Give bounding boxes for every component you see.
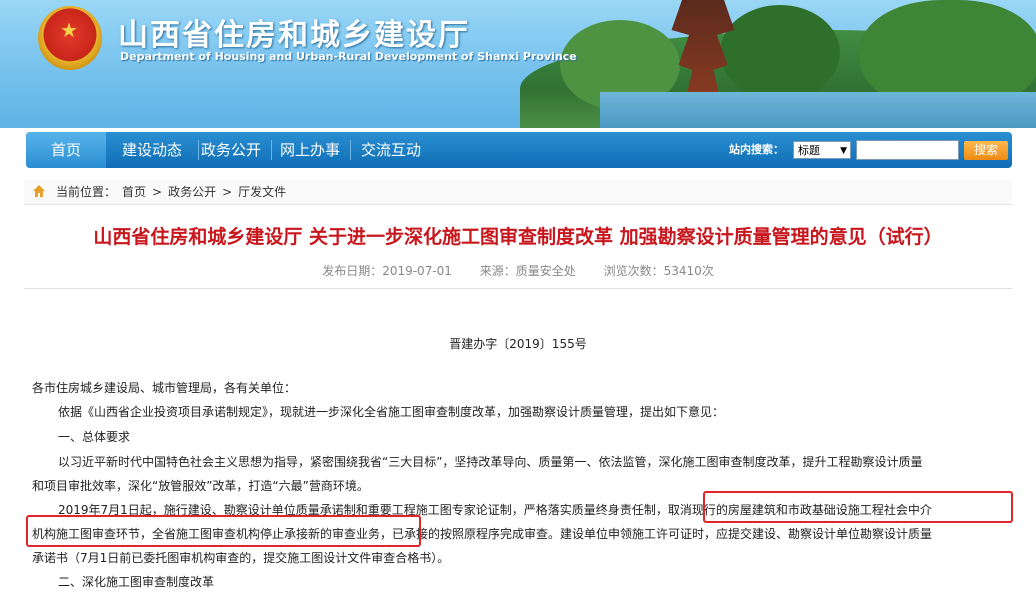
home-icon — [33, 185, 45, 197]
breadcrumb-separator: > — [222, 185, 233, 199]
section-heading: 一、总体要求 — [58, 430, 131, 444]
main-nav: 首页 建设动态 政务公开 网上办事 交流互动 站内搜索： 标题 ▼ 搜索 — [26, 132, 1012, 168]
highlight-box — [703, 491, 1013, 523]
article-title: 山西省住房和城乡建设厅 关于进一步深化施工图审查制度改革 加强勘察设计质量管理的… — [93, 226, 943, 248]
search-field-select[interactable]: 标题 ▼ — [793, 141, 851, 159]
site-subtitle: Department of Housing and Urban-Rural De… — [120, 50, 577, 63]
breadcrumb: 当前位置： 首页 > 政务公开 > 厅发文件 — [24, 180, 1012, 205]
paragraph: 以习近平新时代中国特色社会主义思想为指导，紧密围绕我省“三大目标”，坚持改革导向… — [58, 455, 923, 469]
nav-item-news[interactable]: 建设动态 — [106, 132, 198, 168]
breadcrumb-prefix: 当前位置： — [56, 185, 117, 199]
lake-water — [600, 92, 1036, 128]
paragraph: 依据《山西省企业投资项目承诺制规定》，现就进一步深化全省施工图审查制度改革，加强… — [58, 405, 725, 419]
search-button[interactable]: 搜索 — [964, 141, 1008, 160]
view-count: 浏览次数：53410次 — [603, 264, 714, 278]
chevron-down-icon: ▼ — [840, 146, 847, 156]
site-title: 山西省住房和城乡建设厅 — [118, 18, 470, 53]
article-meta: 发布日期：2019-07-01 来源：质量安全处 浏览次数：53410次 — [0, 262, 1036, 279]
header-banner: ★ 山西省住房和城乡建设厅 Department of Housing and … — [0, 0, 1036, 128]
paragraph: 和项目审批效率，深化“放管服效”改革，打造“六最”营商环境。 — [32, 479, 369, 493]
national-emblem-icon: ★ — [38, 6, 102, 70]
section-heading: 二、深化施工图审查制度改革 — [58, 575, 215, 589]
paragraph: 各市住房城乡建设局、城市管理局，各有关单位： — [32, 381, 297, 395]
article-source: 来源：质量安全处 — [479, 264, 576, 278]
breadcrumb-link-documents[interactable]: 厅发文件 — [238, 185, 286, 199]
highlight-box — [26, 515, 421, 547]
breadcrumb-link-public-affairs[interactable]: 政务公开 — [168, 185, 216, 199]
breadcrumb-separator: > — [152, 185, 163, 199]
nav-item-online-services[interactable]: 网上办事 — [269, 132, 351, 168]
nav-item-home[interactable]: 首页 — [26, 132, 106, 168]
search-field-value: 标题 — [798, 144, 820, 157]
paragraph: 承诺书（7月1日前已委托图审机构审查的，提交施工图设计文件审查合格书）。 — [32, 551, 450, 565]
divider — [24, 288, 1012, 289]
banner-tree — [720, 5, 840, 100]
publish-date: 发布日期：2019-07-01 — [322, 264, 452, 278]
nav-item-public-affairs[interactable]: 政务公开 — [189, 132, 273, 168]
search-label: 站内搜索： — [729, 143, 784, 156]
search-input[interactable] — [856, 140, 959, 160]
nav-item-interaction[interactable]: 交流互动 — [350, 132, 432, 168]
breadcrumb-link-home[interactable]: 首页 — [122, 185, 146, 199]
document-number: 晋建办字〔2019〕155号 — [449, 337, 587, 351]
